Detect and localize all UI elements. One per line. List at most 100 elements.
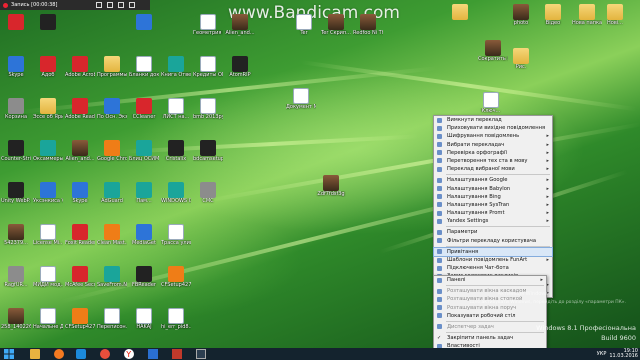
menu-item[interactable]: Фільтри перекладу користувача — [434, 237, 552, 245]
pause-icon[interactable] — [96, 2, 102, 8]
menu-item[interactable]: Привітання — [433, 246, 553, 258]
desktop-icon[interactable]: CFSetup427 — [65, 308, 95, 330]
desktop-icon[interactable]: Пам... — [129, 182, 159, 204]
desktop-icon[interactable] — [33, 14, 63, 30]
desktop-icon[interactable]: Counter-Strike 1.6 — [1, 140, 31, 162]
desktop-icon[interactable]: 258_140226... — [1, 308, 31, 330]
close-icon[interactable] — [129, 2, 135, 8]
pen-icon[interactable] — [118, 2, 124, 8]
desktop-icon[interactable]: McAfee Security Scan Plus — [65, 266, 95, 288]
desktop-icon[interactable]: Google Chrome — [97, 140, 127, 162]
desktop-icon[interactable]: Clean Mast... — [97, 224, 127, 246]
desktop-icon[interactable]: FBReader — [129, 266, 159, 288]
desktop-icon[interactable]: photo — [506, 4, 536, 26]
menu-item[interactable]: Налаштування Babylon ▸ — [434, 185, 552, 193]
desktop-icon[interactable]: Бланки документов — [129, 56, 159, 78]
desktop-icon[interactable]: Adobe Acrobat XI Pro — [65, 56, 95, 78]
desktop-icon[interactable]: Відео — [538, 4, 568, 26]
clock[interactable]: 19:10 11.03.2016 — [609, 349, 638, 359]
menu-item[interactable]: Підключення Чат-бота — [434, 264, 552, 272]
taskbar[interactable]: Y УКР 19:10 11.03.2016 — [0, 348, 640, 360]
menu-item[interactable]: Вимкнути переклад — [434, 116, 552, 124]
desktop-icon[interactable]: Alien_and... — [65, 140, 95, 162]
menu-item[interactable]: Параметри — [434, 228, 552, 236]
desktop-icon[interactable]: Unity WebP... — [1, 182, 31, 204]
chrome-taskbar-icon[interactable] — [100, 349, 110, 359]
desktop-icon[interactable]: Корзина — [1, 98, 31, 120]
system-tray[interactable]: УКР 19:10 11.03.2016 — [597, 348, 638, 360]
recording-controls[interactable] — [96, 0, 135, 10]
app-taskbar-icon[interactable] — [148, 349, 158, 359]
desktop-icon[interactable]: WINDOWS OS — [161, 182, 191, 204]
desktop-icon[interactable]: CCleaner — [129, 98, 159, 120]
desktop-icon[interactable]: СМС — [193, 182, 223, 204]
desktop-icon[interactable]: Alien_and... — [225, 14, 255, 36]
desktop-icon[interactable] — [129, 14, 159, 30]
desktop-icon[interactable]: Начальне ДНОС — [33, 308, 63, 330]
desktop-icon[interactable]: Сократить Кн... — [478, 40, 508, 62]
desktop-icon[interactable]: ЛИСТ на... — [161, 98, 191, 120]
desktop-icon[interactable]: Переписон... др... — [97, 308, 127, 330]
menu-item[interactable]: Налаштування Google ▸ — [434, 176, 552, 184]
menu-item[interactable]: ✓ Закріпити панель задач — [434, 334, 546, 342]
file-explorer-icon[interactable] — [30, 349, 40, 359]
desktop-icon[interactable]: bdcamsetup — [193, 140, 223, 162]
menu-item[interactable]: Шифрування повідомлень ▸ — [434, 132, 552, 140]
menu-item[interactable]: Вибрати перекладач ▸ — [434, 141, 552, 149]
desktop-icon[interactable]: Программы — [97, 56, 127, 78]
windows-start-icon[interactable] — [4, 349, 14, 359]
desktop-icon[interactable]: Уксэнкиса VK — [33, 182, 63, 204]
firefox-icon[interactable] — [54, 349, 64, 359]
desktop-icon[interactable]: AdGuard — [97, 182, 127, 204]
desktop-icon[interactable]: МИДИ мод... — [33, 266, 63, 288]
menu-item[interactable]: Приховувати вихідне повідомлення — [434, 124, 552, 132]
desktop-icon[interactable]: Нова папка сцен. — [572, 4, 602, 26]
desktop-icon[interactable]: Redfoo Ni The Chipme... — [353, 14, 383, 36]
menu-item[interactable]: Налаштування Promt ▸ — [434, 209, 552, 217]
desktop-icon[interactable]: Трасса улиц... — [161, 224, 191, 246]
desktop-icon[interactable]: Ключ... — [476, 92, 506, 114]
desktop-icon[interactable]: Адоб — [33, 56, 63, 78]
menu-item[interactable]: Панелі ▸ — [434, 276, 546, 284]
desktop-icon[interactable]: hi_err_pid8... — [161, 308, 191, 330]
desktop-icon[interactable]: Блиц ОСИМ ния — [129, 140, 159, 162]
menu-item[interactable]: Переклад вибраної мови ▸ — [434, 165, 552, 173]
desktop-icon[interactable]: Оксаммеры для 1 сеи... — [33, 140, 63, 162]
menu-item[interactable]: Показувати робочий стіл — [434, 312, 546, 320]
desktop-icon[interactable]: Нові... — [600, 4, 630, 26]
desktop-icon[interactable]: CFSetup427 — [161, 266, 191, 288]
desktop-icon[interactable]: Рис. — [506, 48, 536, 70]
menu-item[interactable]: Диспетчер задач — [434, 323, 546, 331]
camera-icon[interactable] — [107, 2, 113, 8]
menu-item[interactable]: Шаблони повідомлень FunArt ▸ — [434, 256, 552, 264]
desktop-icon[interactable]: HAKAJ — [129, 308, 159, 330]
desktop-icon[interactable]: SaveFrom.N... — [97, 266, 127, 288]
desktop-icon[interactable]: Ter — [289, 14, 319, 36]
menu-item[interactable]: Перевірка орфографії ▸ — [434, 149, 552, 157]
desktop-icon[interactable]: Кредиты ONE... — [193, 56, 223, 78]
desktop-icon[interactable]: bmb 2013ру... — [193, 98, 223, 120]
desktop-icon[interactable]: Skype — [1, 56, 31, 78]
desktop-icon[interactable]: 542379... — [1, 224, 31, 246]
yandex-browser-icon[interactable]: Y — [124, 349, 134, 359]
desktop-icon[interactable]: Ter Скрип... — [321, 14, 351, 36]
menu-item[interactable]: Налаштування SysTran ▸ — [434, 201, 552, 209]
language-indicator[interactable]: УКР — [597, 351, 607, 357]
app-taskbar-icon[interactable] — [196, 349, 206, 359]
desktop-icon[interactable]: Документ Microsoft... — [286, 88, 316, 110]
app-taskbar-icon[interactable] — [172, 349, 182, 359]
skype-taskbar-icon[interactable] — [76, 349, 86, 359]
desktop-icon[interactable]: По Осн. Экз 685 — [97, 98, 127, 120]
menu-item[interactable]: Yandex Settings ▸ — [434, 217, 552, 225]
desktop-icon[interactable]: License Mi... — [33, 224, 63, 246]
desktop-icon[interactable]: Эссе об Ярине — [33, 98, 63, 120]
desktop-icon[interactable]: RagfUR... — [1, 266, 31, 288]
menu-item[interactable]: Налаштування Bing ▸ — [434, 193, 552, 201]
desktop-icon[interactable]: Zdf7fdsf3g — [316, 175, 346, 197]
menu-item[interactable]: Перетворення тех ста в мову ▸ — [434, 157, 552, 165]
desktop-icon[interactable] — [1, 14, 31, 30]
desktop-icon[interactable]: Skype — [65, 182, 95, 204]
desktop-icon[interactable]: Cristalix — [161, 140, 191, 162]
desktop-icon[interactable]: AtomRIP — [225, 56, 255, 78]
desktop-icon[interactable] — [445, 4, 475, 20]
